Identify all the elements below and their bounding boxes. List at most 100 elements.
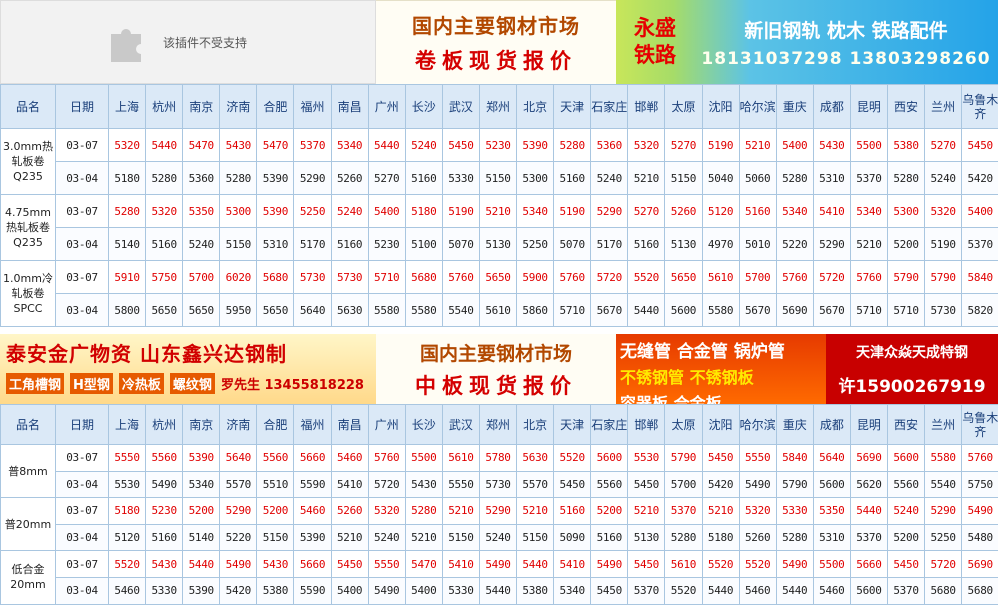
- price-cell: 5490: [590, 550, 629, 578]
- price-cell: 5310: [256, 227, 295, 261]
- price-cell: 5270: [924, 128, 963, 162]
- coil-market-ad-banner[interactable]: 国内主要钢材市场 卷板现货报价: [376, 0, 616, 84]
- price-cell: 5150: [478, 161, 518, 195]
- column-header-city: 杭州: [145, 404, 184, 445]
- column-header-city: 武汉: [441, 84, 480, 129]
- price-cell: 5490: [478, 550, 518, 578]
- price-cell: 5640: [219, 444, 258, 472]
- price-cell: 5390: [293, 523, 332, 552]
- plate-market-ad-banner[interactable]: 国内主要钢材市场 中板现货报价: [376, 334, 616, 404]
- column-header-city: 重庆: [775, 84, 814, 129]
- price-cell: 5070: [441, 227, 480, 261]
- price-cell: 5580: [701, 293, 740, 327]
- pipe-ad-line1: 无缝管 合金管 锅炉管: [620, 342, 785, 362]
- price-cell: 5170: [590, 227, 629, 261]
- column-header-city: 乌鲁木齐: [961, 404, 998, 445]
- price-cell: 5400: [330, 576, 369, 605]
- price-cell: 5410: [553, 550, 592, 578]
- price-cell: 5160: [145, 523, 184, 552]
- price-cell: 5530: [627, 444, 666, 472]
- price-cell: 5700: [182, 260, 221, 294]
- price-cell: 5160: [330, 227, 369, 261]
- table-row: 03-04 5180 5280 5360 5280 5390 5290 5260 5270 516…: [0, 161, 998, 195]
- price-cell: 5570: [516, 470, 555, 499]
- price-cell: 5340: [330, 128, 369, 162]
- price-cell: 5680: [256, 260, 295, 294]
- price-cell: 5330: [145, 576, 184, 605]
- product-name-cell: 低合金20mm: [0, 550, 56, 605]
- column-header-city: 石家庄: [590, 404, 629, 445]
- price-cell: 5490: [775, 550, 814, 578]
- price-cell: 5690: [775, 293, 814, 327]
- column-header-city: 重庆: [775, 404, 814, 445]
- price-cell: 5470: [182, 128, 221, 162]
- taian-ad-item: 螺纹钢: [169, 373, 215, 394]
- price-cell: 5120: [701, 194, 740, 228]
- price-cell: 5520: [627, 260, 666, 294]
- price-cell: 5710: [886, 293, 926, 327]
- price-cell: 5090: [553, 523, 592, 552]
- tianjin-steel-ad-banner[interactable]: 天津众焱天成特钢 许15900267919: [826, 334, 998, 404]
- price-cell: 5220: [775, 227, 814, 261]
- price-cell: 5390: [256, 161, 295, 195]
- railway-ad-banner[interactable]: 永盛 铁路 新旧钢轨 枕木 铁路配件 18131037298 138032982…: [616, 0, 998, 84]
- price-cell: 5760: [441, 260, 480, 294]
- price-cell: 5490: [219, 550, 258, 578]
- price-cell: 5490: [738, 470, 777, 499]
- product-name-cell: 普20mm: [0, 497, 56, 552]
- column-header-city: 邯郸: [627, 404, 666, 445]
- price-cell: 5280: [145, 161, 184, 195]
- price-cell: 5450: [441, 128, 480, 162]
- date-cell: 03-07: [55, 497, 109, 525]
- price-cell: 5160: [404, 161, 443, 195]
- price-cell: 5240: [182, 227, 221, 261]
- price-cell: 5160: [145, 227, 184, 261]
- price-cell: 5300: [886, 194, 926, 228]
- column-header-city: 乌鲁木齐: [961, 84, 998, 129]
- price-cell: 5260: [330, 161, 369, 195]
- price-cell: 5720: [367, 470, 406, 499]
- price-cell: 5200: [886, 523, 926, 552]
- price-cell: 5330: [441, 161, 480, 195]
- price-cell: 5260: [738, 523, 777, 552]
- pipe-ad-banner[interactable]: 无缝管 合金管 锅炉管 不锈钢管 不锈钢板 容器板 合金板: [616, 334, 826, 413]
- price-cell: 5560: [886, 470, 926, 499]
- price-cell: 5410: [330, 470, 369, 499]
- price-cell: 5430: [404, 470, 443, 499]
- price-cell: 5240: [886, 497, 926, 525]
- price-cell: 5440: [701, 576, 740, 605]
- price-cell: 5630: [330, 293, 369, 327]
- price-cell: 5690: [961, 550, 998, 578]
- price-cell: 5290: [812, 227, 851, 261]
- price-cell: 5340: [553, 576, 592, 605]
- price-cell: 5630: [516, 444, 555, 472]
- price-cell: 5340: [182, 470, 221, 499]
- price-cell: 5620: [849, 470, 888, 499]
- price-cell: 5680: [924, 576, 963, 605]
- price-cell: 5190: [441, 194, 480, 228]
- price-cell: 5400: [775, 128, 814, 162]
- price-cell: 5210: [627, 497, 666, 525]
- price-cell: 5370: [886, 576, 926, 605]
- column-header-city: 哈尔滨: [738, 84, 777, 129]
- price-cell: 5210: [738, 128, 777, 162]
- column-header-city: 济南: [219, 404, 258, 445]
- price-cell: 5290: [924, 497, 963, 525]
- price-cell: 5390: [182, 576, 221, 605]
- column-header-city: 南昌: [330, 404, 369, 445]
- price-cell: 5530: [107, 470, 147, 499]
- taian-steel-ad-banner[interactable]: 泰安金广物资 山东鑫兴达钢制 工角槽钢 H型钢 冷热板 螺纹钢 罗先生 1345…: [0, 334, 376, 404]
- price-cell: 5640: [812, 444, 851, 472]
- product-name-cell: 3.0mm热轧板卷Q235: [0, 128, 56, 195]
- column-header-city: 福州: [293, 404, 332, 445]
- table-row: 普20mm 03-07 5180 5230 5200 5290 5200 5460 5260 53…: [0, 497, 998, 552]
- price-cell: 5190: [924, 227, 963, 261]
- price-cell: 5370: [849, 523, 888, 552]
- railway-ad-phones: 18131037298 13803298260: [701, 48, 991, 69]
- price-cell: 5240: [478, 523, 518, 552]
- price-cell: 5400: [404, 576, 443, 605]
- price-cell: 5280: [107, 194, 147, 228]
- price-cell: 5190: [553, 194, 592, 228]
- price-cell: 5550: [107, 444, 147, 472]
- column-header-city: 郑州: [478, 84, 518, 129]
